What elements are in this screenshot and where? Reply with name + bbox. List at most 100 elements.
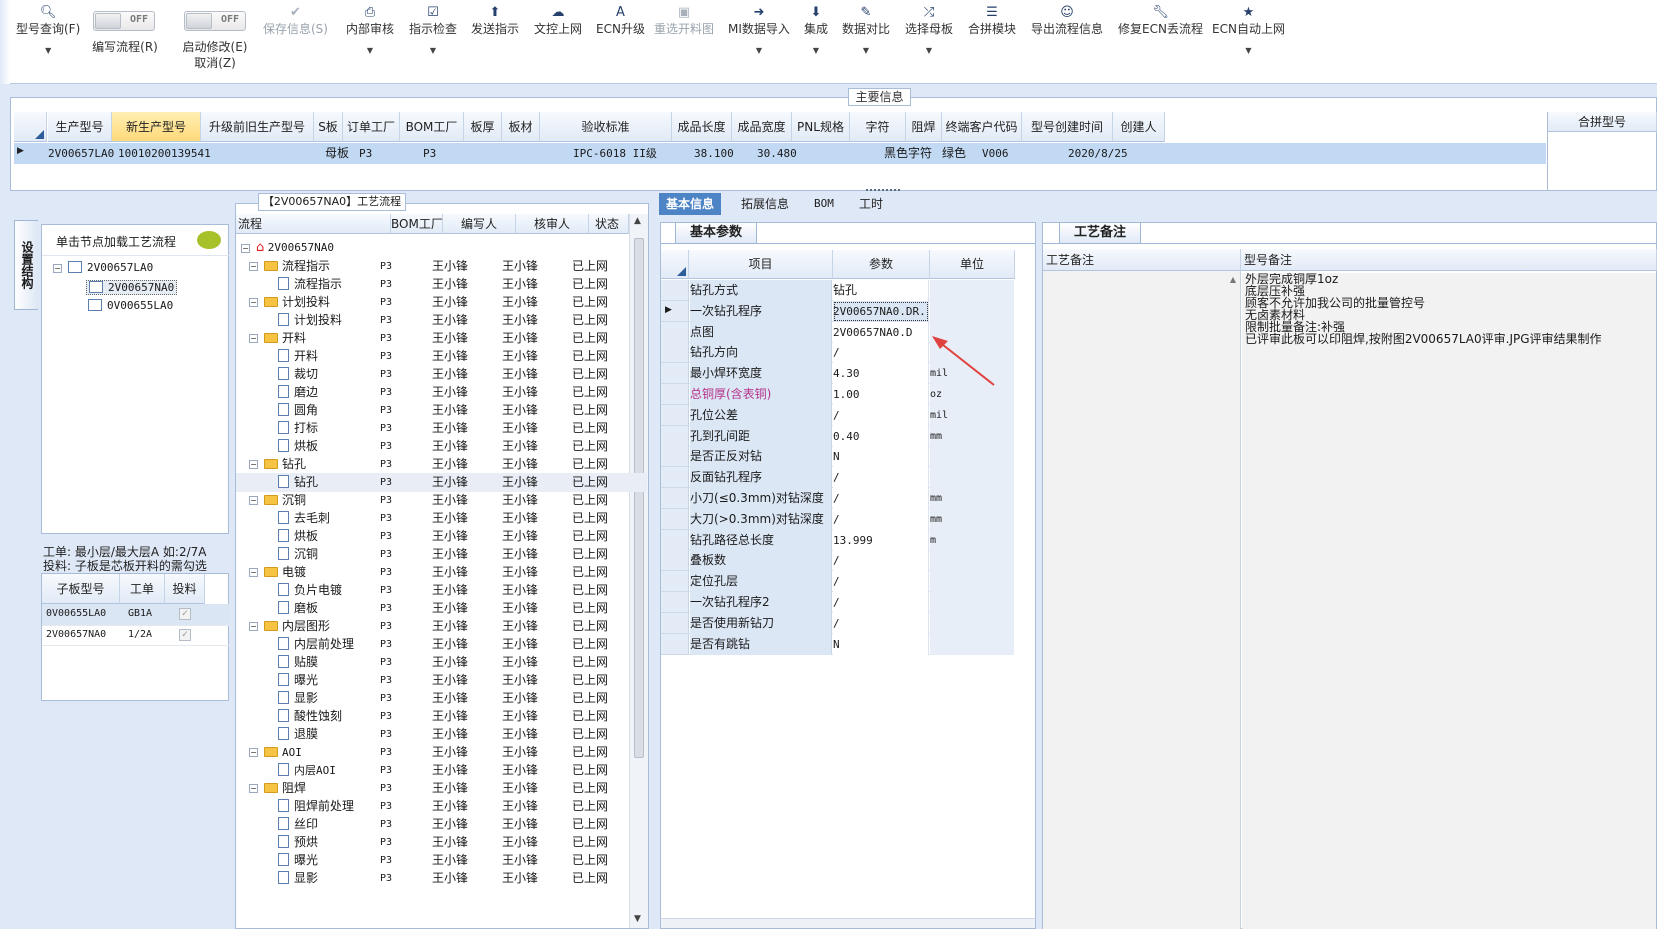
param-value-cell[interactable]: 钻孔	[833, 280, 929, 301]
param-row-header[interactable]	[661, 425, 689, 447]
mi-import-button[interactable]: ➜ MI数据导入 ▼	[728, 4, 790, 55]
main-col-header[interactable]: 字符	[850, 112, 906, 142]
param-row-header[interactable]	[661, 633, 689, 655]
flow-expand-toggle[interactable]: −	[249, 568, 258, 577]
flow-root-node[interactable]: ⌂ 2V00657NA0	[256, 240, 334, 255]
tab-extended-info[interactable]: 拓展信息	[734, 193, 796, 215]
flow-row[interactable]: 曝光 P3 王小锋 王小锋 已上网	[236, 671, 647, 690]
flow-row[interactable]: − 流程指示 P3 王小锋 王小锋 已上网	[236, 257, 647, 276]
cell-width[interactable]: 30.480	[757, 143, 797, 164]
main-col-header[interactable]: 终端客户代码	[942, 112, 1022, 142]
edit-flow-toggle[interactable]: OFF	[93, 11, 155, 31]
main-col-header[interactable]: 生产型号	[48, 112, 112, 142]
flow-expand-toggle[interactable]: −	[249, 460, 258, 469]
param-row[interactable]: 叠板数 /	[689, 550, 1014, 572]
cell-standard[interactable]: IPC-6018 II级	[573, 143, 657, 164]
cell-solder[interactable]: 绿色	[942, 143, 966, 164]
flow-row[interactable]: 沉铜 P3 王小锋 王小锋 已上网	[236, 545, 647, 564]
cell-new-model[interactable]: 10010200139541	[118, 143, 211, 164]
save-info-button[interactable]: ✔ 保存信息(S)	[263, 4, 328, 37]
main-col-header[interactable]: 新生产型号	[112, 112, 201, 142]
doc-upload-button[interactable]: ☁ 文控上网	[534, 4, 582, 37]
flow-row[interactable]: 流程指示 P3 王小锋 王小锋 已上网	[236, 275, 647, 294]
flow-row[interactable]: 去毛刺 P3 王小锋 王小锋 已上网	[236, 509, 647, 528]
tab-bom[interactable]: BOM	[807, 193, 841, 215]
flow-row[interactable]: 阻焊前处理 P3 王小锋 王小锋 已上网	[236, 797, 647, 816]
param-row-header[interactable]	[661, 592, 689, 613]
flow-row[interactable]: 显影 P3 王小锋 王小锋 已上网	[236, 869, 647, 888]
instruction-check-button[interactable]: ☑ 指示检查 ▼	[409, 4, 457, 55]
splitter-grip[interactable]	[866, 189, 900, 192]
flow-row[interactable]: 打标 P3 王小锋 王小锋 已上网	[236, 419, 647, 438]
flow-row[interactable]: 烘板 P3 王小锋 王小锋 已上网	[236, 437, 647, 456]
param-row-header[interactable]	[661, 280, 689, 301]
integrate-button[interactable]: ⬇ 集成 ▼	[804, 4, 828, 55]
flow-row[interactable]: 烘板 P3 王小锋 王小锋 已上网	[236, 527, 647, 546]
subtab-basic-params[interactable]: 基本参数	[675, 222, 757, 243]
flow-expand-toggle[interactable]: −	[249, 496, 258, 505]
param-value-cell[interactable]: /	[833, 592, 929, 613]
main-col-header[interactable]: 阻焊	[906, 112, 942, 142]
flow-expand-toggle[interactable]: −	[249, 784, 258, 793]
param-row-header[interactable]	[661, 404, 689, 426]
param-row-header[interactable]	[661, 571, 689, 593]
param-row[interactable]: 是否有跳钻 N	[689, 633, 1014, 655]
flow-row[interactable]: − 计划投料 P3 王小锋 王小锋 已上网	[236, 293, 647, 312]
comment-icon[interactable]	[197, 231, 221, 249]
subtab-process-notes[interactable]: 工艺备注	[1059, 222, 1141, 243]
ecn-upgrade-button[interactable]: A ECN升级	[596, 4, 645, 37]
select-master-button[interactable]: ⤮ 选择母板 ▼	[905, 4, 953, 55]
flow-row[interactable]: 预烘 P3 王小锋 王小锋 已上网	[236, 833, 647, 852]
param-row[interactable]: 定位孔层 /	[689, 571, 1014, 593]
flow-row[interactable]: 酸性蚀刻 P3 王小锋 王小锋 已上网	[236, 707, 647, 726]
data-compare-button[interactable]: ✎ 数据对比 ▼	[842, 4, 890, 55]
flow-row[interactable]: − 开料 P3 王小锋 王小锋 已上网	[236, 329, 647, 348]
main-col-header[interactable]: 板厚	[464, 112, 502, 142]
flow-row[interactable]: − 阻焊 P3 王小锋 王小锋 已上网	[236, 779, 647, 798]
param-row[interactable]: 是否使用新钻刀 /	[689, 612, 1014, 634]
cell-prod-model[interactable]: 2V00657LA0	[48, 143, 114, 164]
cell-char[interactable]: 黑色字符	[884, 143, 932, 164]
flow-row[interactable]: 负片电镀 P3 王小锋 王小锋 已上网	[236, 581, 647, 600]
main-col-header[interactable]: PNL规格	[792, 112, 850, 142]
flow-row[interactable]: 显影 P3 王小锋 王小锋 已上网	[236, 689, 647, 708]
tree-collapse-toggle[interactable]: −	[53, 264, 62, 273]
main-col-header[interactable]: 板材	[502, 112, 540, 142]
repair-ecn-button[interactable]: 🔧︎ 修复ECN丢流程	[1118, 4, 1203, 37]
param-value-cell[interactable]: /	[833, 342, 929, 364]
param-row[interactable]: 反面钻孔程序 /	[689, 467, 1014, 489]
flow-row[interactable]: 内层AOI P3 王小锋 王小锋 已上网	[236, 761, 647, 780]
flow-row[interactable]: 裁切 P3 王小锋 王小锋 已上网	[236, 365, 647, 384]
flow-expand-toggle[interactable]: −	[249, 748, 258, 757]
params-hscrollbar[interactable]	[661, 918, 1035, 928]
internal-review-button[interactable]: ⎙ 内部审核 ▼	[346, 4, 394, 55]
main-col-header[interactable]: 创建人	[1113, 112, 1165, 142]
flow-row[interactable]: 钻孔 P3 王小锋 王小锋 已上网	[236, 473, 647, 492]
param-value-cell[interactable]: 0.40	[833, 425, 929, 447]
process-notes-textarea[interactable]: ▲	[1043, 271, 1241, 929]
cell-s-board[interactable]: 母板	[325, 143, 349, 164]
param-row-header[interactable]	[661, 488, 689, 509]
param-row[interactable]: 一次钻孔程序 2V00657NA0.DR...	[689, 300, 1014, 322]
model-notes-textarea[interactable]: 外层完成铜厚1oz 底层压补强 顾客不允许加我公司的批量管控号 无卤素材料 限制批量备注…	[1242, 273, 1656, 929]
flow-row[interactable]: 贴膜 P3 王小锋 王小锋 已上网	[236, 653, 647, 672]
main-col-header[interactable]: 升级前旧生产型号	[201, 112, 314, 142]
cell-bom-factory[interactable]: P3	[423, 143, 436, 164]
param-row-header[interactable]	[661, 612, 689, 634]
flow-row[interactable]: 磨板 P3 王小锋 王小锋 已上网	[236, 599, 647, 618]
main-col-header[interactable]: BOM工厂	[400, 112, 464, 142]
param-value-cell[interactable]: /	[833, 508, 929, 530]
tab-basic-info[interactable]: 基本信息	[659, 193, 722, 215]
model-query-button[interactable]: 🔍︎ 型号查询(F) ▼	[16, 4, 80, 55]
flow-expand-toggle[interactable]: −	[249, 622, 258, 631]
param-row[interactable]: 大刀(>0.3mm)对钻深度 / mm	[689, 508, 1014, 530]
param-row-header[interactable]	[661, 384, 689, 405]
param-value-cell[interactable]: 2V00657NA0.DR...	[833, 300, 929, 322]
flow-expand-toggle[interactable]: −	[249, 334, 258, 343]
param-value-cell[interactable]: 1.00	[833, 384, 929, 405]
cell-length[interactable]: 38.100	[694, 143, 734, 164]
flow-row[interactable]: 内层前处理 P3 王小锋 王小锋 已上网	[236, 635, 647, 654]
flow-row[interactable]: 计划投料 P3 王小锋 王小锋 已上网	[236, 311, 647, 330]
tab-work-hours[interactable]: 工时	[852, 193, 890, 215]
flow-expand-toggle[interactable]: −	[249, 298, 258, 307]
